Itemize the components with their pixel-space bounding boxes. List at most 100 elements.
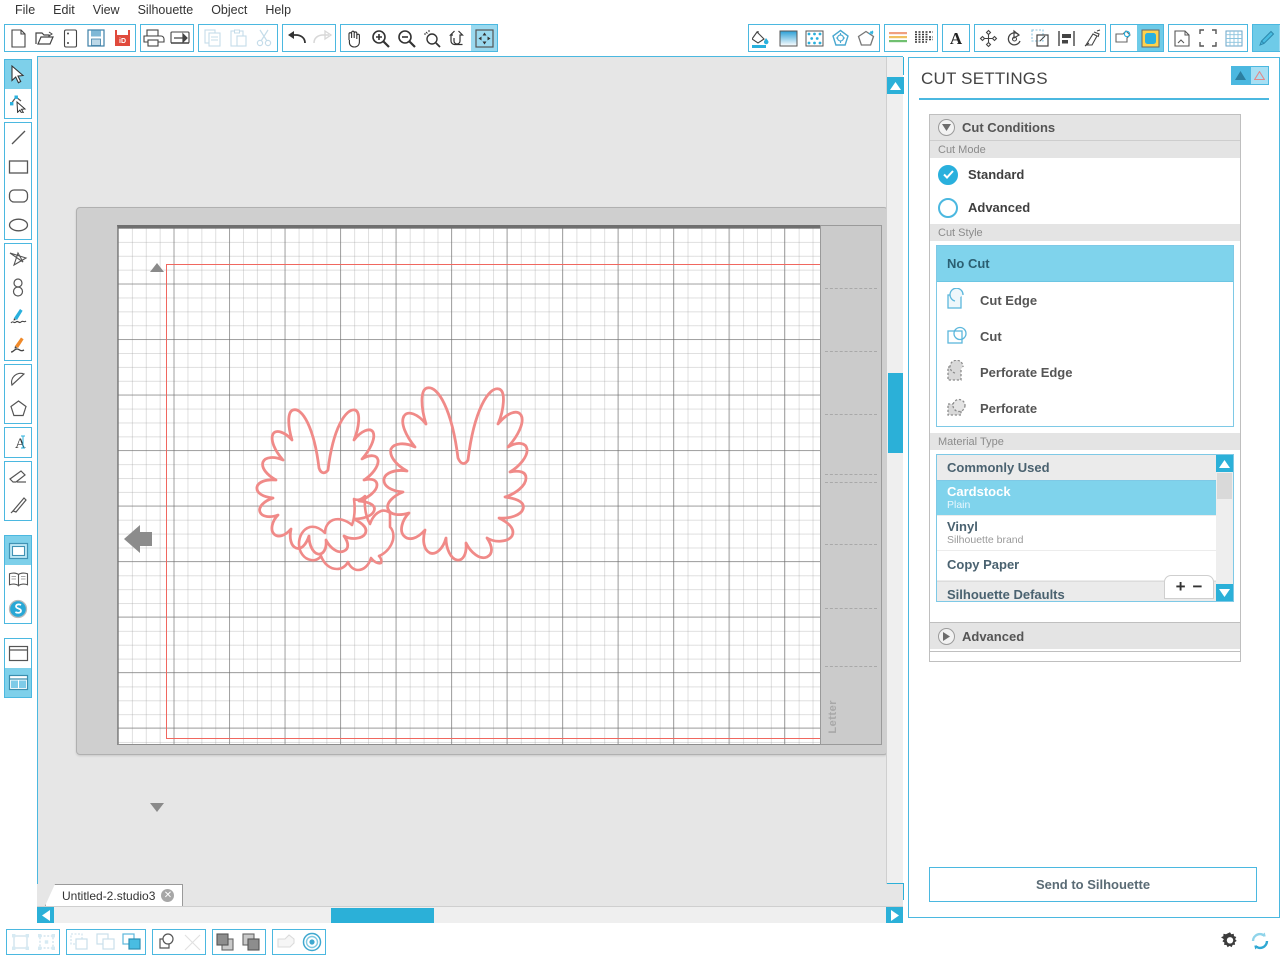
- send-to-silhouette-button[interactable]: Send to Silhouette: [929, 867, 1257, 902]
- cut-style-option-cut[interactable]: Cut: [937, 318, 1233, 354]
- text-tool-icon[interactable]: A: [943, 25, 969, 51]
- preferences-gear-icon[interactable]: [1220, 931, 1240, 954]
- grid-icon[interactable]: [1221, 25, 1247, 51]
- group-icon[interactable]: [7, 930, 33, 954]
- detach-icon[interactable]: [179, 930, 205, 954]
- copy-icon[interactable]: [199, 25, 225, 51]
- material-type-list[interactable]: Commonly Used Cardstock Plain Vinyl Silh…: [936, 454, 1234, 602]
- material-scroll-thumb[interactable]: [1217, 473, 1232, 499]
- save-icon[interactable]: [83, 25, 109, 51]
- page-setup-icon[interactable]: [1169, 25, 1195, 51]
- send-to-silhouette-icon[interactable]: [167, 25, 193, 51]
- menu-item-silhouette[interactable]: Silhouette: [129, 1, 203, 19]
- make-compound-path-icon[interactable]: [67, 930, 93, 954]
- offset-shape-icon[interactable]: [273, 930, 299, 954]
- advanced-card[interactable]: Advanced: [929, 622, 1241, 652]
- material-scroll-down-button[interactable]: [1216, 584, 1233, 601]
- vertical-scroll-thumb[interactable]: [888, 373, 903, 453]
- undo-icon[interactable]: [283, 25, 309, 51]
- menu-item-edit[interactable]: Edit: [44, 1, 84, 19]
- close-panel-button[interactable]: [1250, 66, 1269, 85]
- trace-icon[interactable]: [1137, 25, 1163, 51]
- menu-item-view[interactable]: View: [84, 1, 129, 19]
- chevron-down-icon[interactable]: [938, 119, 955, 136]
- send-to-back-icon[interactable]: [239, 930, 265, 954]
- ungroup-icon[interactable]: [33, 930, 59, 954]
- collapse-panel-button[interactable]: [1231, 66, 1250, 85]
- cut-conditions-header[interactable]: Cut Conditions: [930, 115, 1240, 141]
- scroll-left-button[interactable]: [37, 907, 54, 924]
- cut-mode-advanced[interactable]: Advanced: [930, 191, 1240, 224]
- radio-unchecked-icon[interactable]: [938, 197, 958, 218]
- polygon-tool-icon[interactable]: [5, 244, 31, 273]
- cut-scissors-icon[interactable]: [251, 25, 277, 51]
- material-scroll-up-button[interactable]: [1216, 455, 1233, 472]
- canvas-horizontal-scrollbar[interactable]: [37, 906, 903, 924]
- advanced-header[interactable]: Advanced: [930, 623, 1240, 649]
- sketch-pens-icon[interactable]: [885, 25, 911, 51]
- design-canvas[interactable]: Letter: [37, 56, 903, 901]
- rotate-icon[interactable]: [1001, 25, 1027, 51]
- regular-polygon-tool-icon[interactable]: [5, 394, 31, 423]
- single-view-icon[interactable]: [5, 639, 31, 668]
- remove-material-button[interactable]: −: [1193, 577, 1203, 597]
- canvas-vertical-scrollbar[interactable]: [886, 57, 904, 900]
- select-arrow-icon[interactable]: [5, 60, 31, 89]
- redo-icon[interactable]: [309, 25, 335, 51]
- curve-tool-icon[interactable]: [5, 273, 31, 302]
- knife-tool-icon[interactable]: [5, 491, 31, 520]
- menu-item-file[interactable]: File: [6, 1, 44, 19]
- pan-hand-icon[interactable]: [341, 25, 367, 51]
- material-item-vinyl[interactable]: Vinyl Silhouette brand: [937, 516, 1233, 551]
- cut-style-option-no-cut[interactable]: No Cut: [937, 246, 1233, 282]
- merge-icon[interactable]: [153, 930, 179, 954]
- horizontal-scroll-thumb[interactable]: [331, 908, 434, 923]
- design-page-icon[interactable]: [5, 536, 31, 565]
- line-style-icon[interactable]: [853, 25, 879, 51]
- offset-icon[interactable]: [1111, 25, 1137, 51]
- freehand-tool-icon[interactable]: [5, 302, 31, 331]
- registration-marks-icon[interactable]: [1195, 25, 1221, 51]
- release-compound-path-icon[interactable]: [93, 930, 119, 954]
- menu-item-help[interactable]: Help: [256, 1, 300, 19]
- eraser-tool-icon[interactable]: [5, 462, 31, 491]
- material-item-cardstock[interactable]: Cardstock Plain: [937, 481, 1233, 516]
- cut-style-option-cut-edge[interactable]: Cut Edge: [937, 282, 1233, 318]
- internal-offset-icon[interactable]: [299, 930, 325, 954]
- zoom-in-icon[interactable]: [367, 25, 393, 51]
- rounded-rectangle-tool-icon[interactable]: [5, 181, 31, 210]
- silhouette-store-icon[interactable]: [5, 594, 31, 623]
- arc-tool-icon[interactable]: [5, 365, 31, 394]
- document-tab[interactable]: Untitled-2.studio3 ✕: [45, 884, 184, 906]
- zoom-region-icon[interactable]: [445, 25, 471, 51]
- cut-style-option-perforate[interactable]: Perforate: [937, 390, 1233, 426]
- new-document-icon[interactable]: [5, 25, 31, 51]
- open-folder-icon[interactable]: [31, 25, 57, 51]
- material-group-commonly-used[interactable]: Commonly Used: [937, 455, 1233, 481]
- weld-icon[interactable]: [119, 930, 145, 954]
- fill-gradient-icon[interactable]: [775, 25, 801, 51]
- library-book-icon[interactable]: [5, 565, 31, 594]
- rectangle-tool-icon[interactable]: [5, 152, 31, 181]
- smooth-freehand-tool-icon[interactable]: [5, 331, 31, 360]
- align-icon[interactable]: [1053, 25, 1079, 51]
- material-list-scrollbar[interactable]: [1216, 455, 1233, 601]
- scroll-up-button[interactable]: [887, 77, 904, 94]
- print-icon[interactable]: [141, 25, 167, 51]
- sync-refresh-icon[interactable]: [1250, 931, 1270, 954]
- cut-settings-icon[interactable]: [1253, 25, 1279, 51]
- cut-style-option-perforate-edge[interactable]: Perforate Edge: [937, 354, 1233, 390]
- add-material-button[interactable]: +: [1176, 577, 1186, 597]
- cut-mode-standard[interactable]: Standard: [930, 158, 1240, 191]
- new-from-template-icon[interactable]: [57, 25, 83, 51]
- radio-checked-icon[interactable]: [938, 164, 958, 185]
- line-color-icon[interactable]: [827, 25, 853, 51]
- zoom-selection-icon[interactable]: [419, 25, 445, 51]
- fill-pattern-icon[interactable]: [801, 25, 827, 51]
- transform-move-icon[interactable]: [975, 25, 1001, 51]
- save-as-id-icon[interactable]: iD: [109, 25, 135, 51]
- scale-icon[interactable]: [1027, 25, 1053, 51]
- edit-points-icon[interactable]: [5, 89, 31, 118]
- close-icon[interactable]: ✕: [161, 889, 175, 902]
- text-style-icon[interactable]: [911, 25, 937, 51]
